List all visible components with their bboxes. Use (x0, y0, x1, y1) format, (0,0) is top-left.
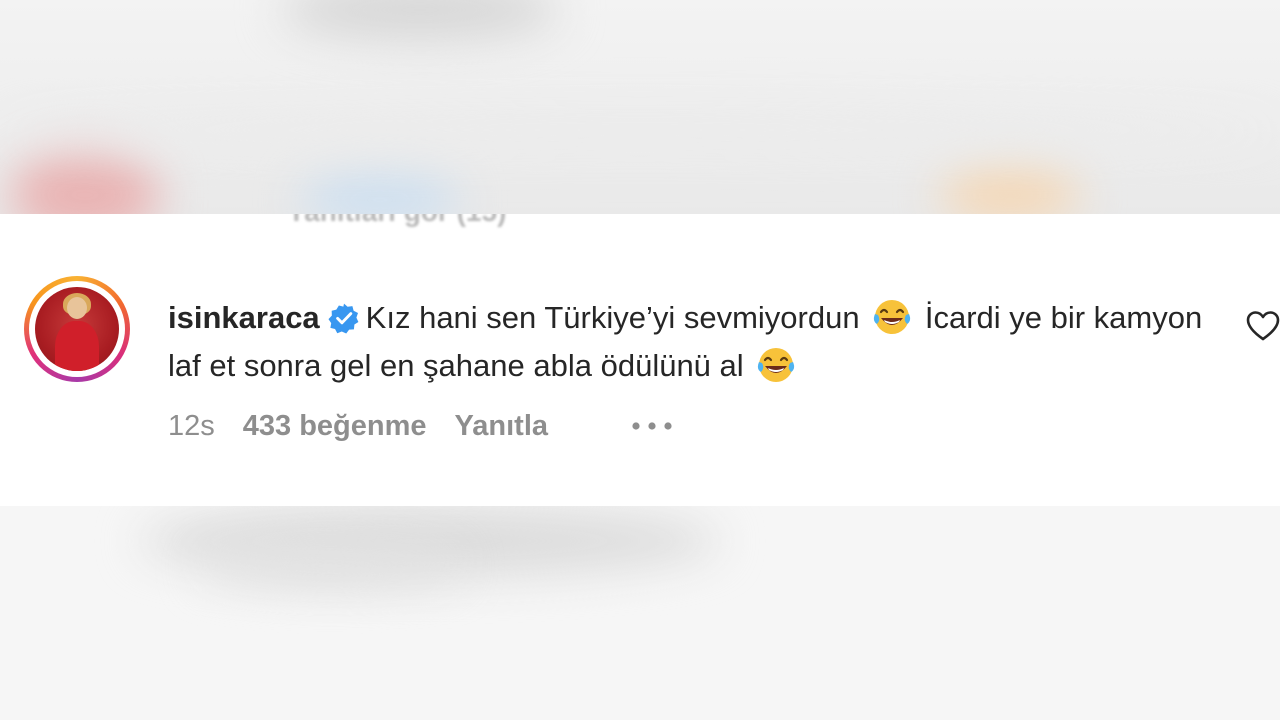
avatar-image (35, 287, 119, 371)
blur-shape (200, 546, 460, 586)
avatar[interactable] (24, 276, 130, 382)
blur-shape (0, 110, 1280, 150)
screenshot-stage: Yanıtları gör (15) isinkaraca Kız hani s… (0, 0, 1280, 720)
blur-shape (280, 0, 560, 40)
blurred-background-top (0, 0, 1280, 214)
comment-text-part1: Kız hani sen Türkiye’yi sevmiyordun (365, 300, 860, 335)
reply-button[interactable]: Yanıtla (455, 410, 549, 442)
avatar-border (29, 281, 125, 377)
blur-shape (940, 165, 1080, 214)
avatar-figure-dress (55, 321, 99, 371)
face-with-tears-of-joy-icon (874, 300, 911, 334)
blur-shape (300, 170, 460, 214)
verified-badge-icon (328, 303, 359, 334)
username-link[interactable]: isinkaraca (168, 300, 320, 335)
comment-card: Yanıtları gör (15) isinkaraca Kız hani s… (0, 214, 1280, 506)
face-with-tears-of-joy-icon (758, 348, 795, 382)
blur-shape (10, 150, 160, 214)
blurred-background-bottom (0, 506, 1280, 720)
like-heart-icon[interactable] (1246, 310, 1280, 342)
avatar-figure-head (67, 297, 87, 319)
likes-count-link[interactable]: 433 beğenme (243, 410, 427, 442)
comment-meta: 12s 433 beğenme Yanıtla (168, 410, 576, 443)
view-replies-link[interactable]: Yanıtları gör (15) (287, 214, 506, 228)
comment-time: 12s (168, 410, 215, 442)
more-options-icon[interactable] (630, 421, 674, 431)
comment-text: isinkaraca Kız hani sen Türkiye’yi sevmi… (168, 294, 1208, 390)
